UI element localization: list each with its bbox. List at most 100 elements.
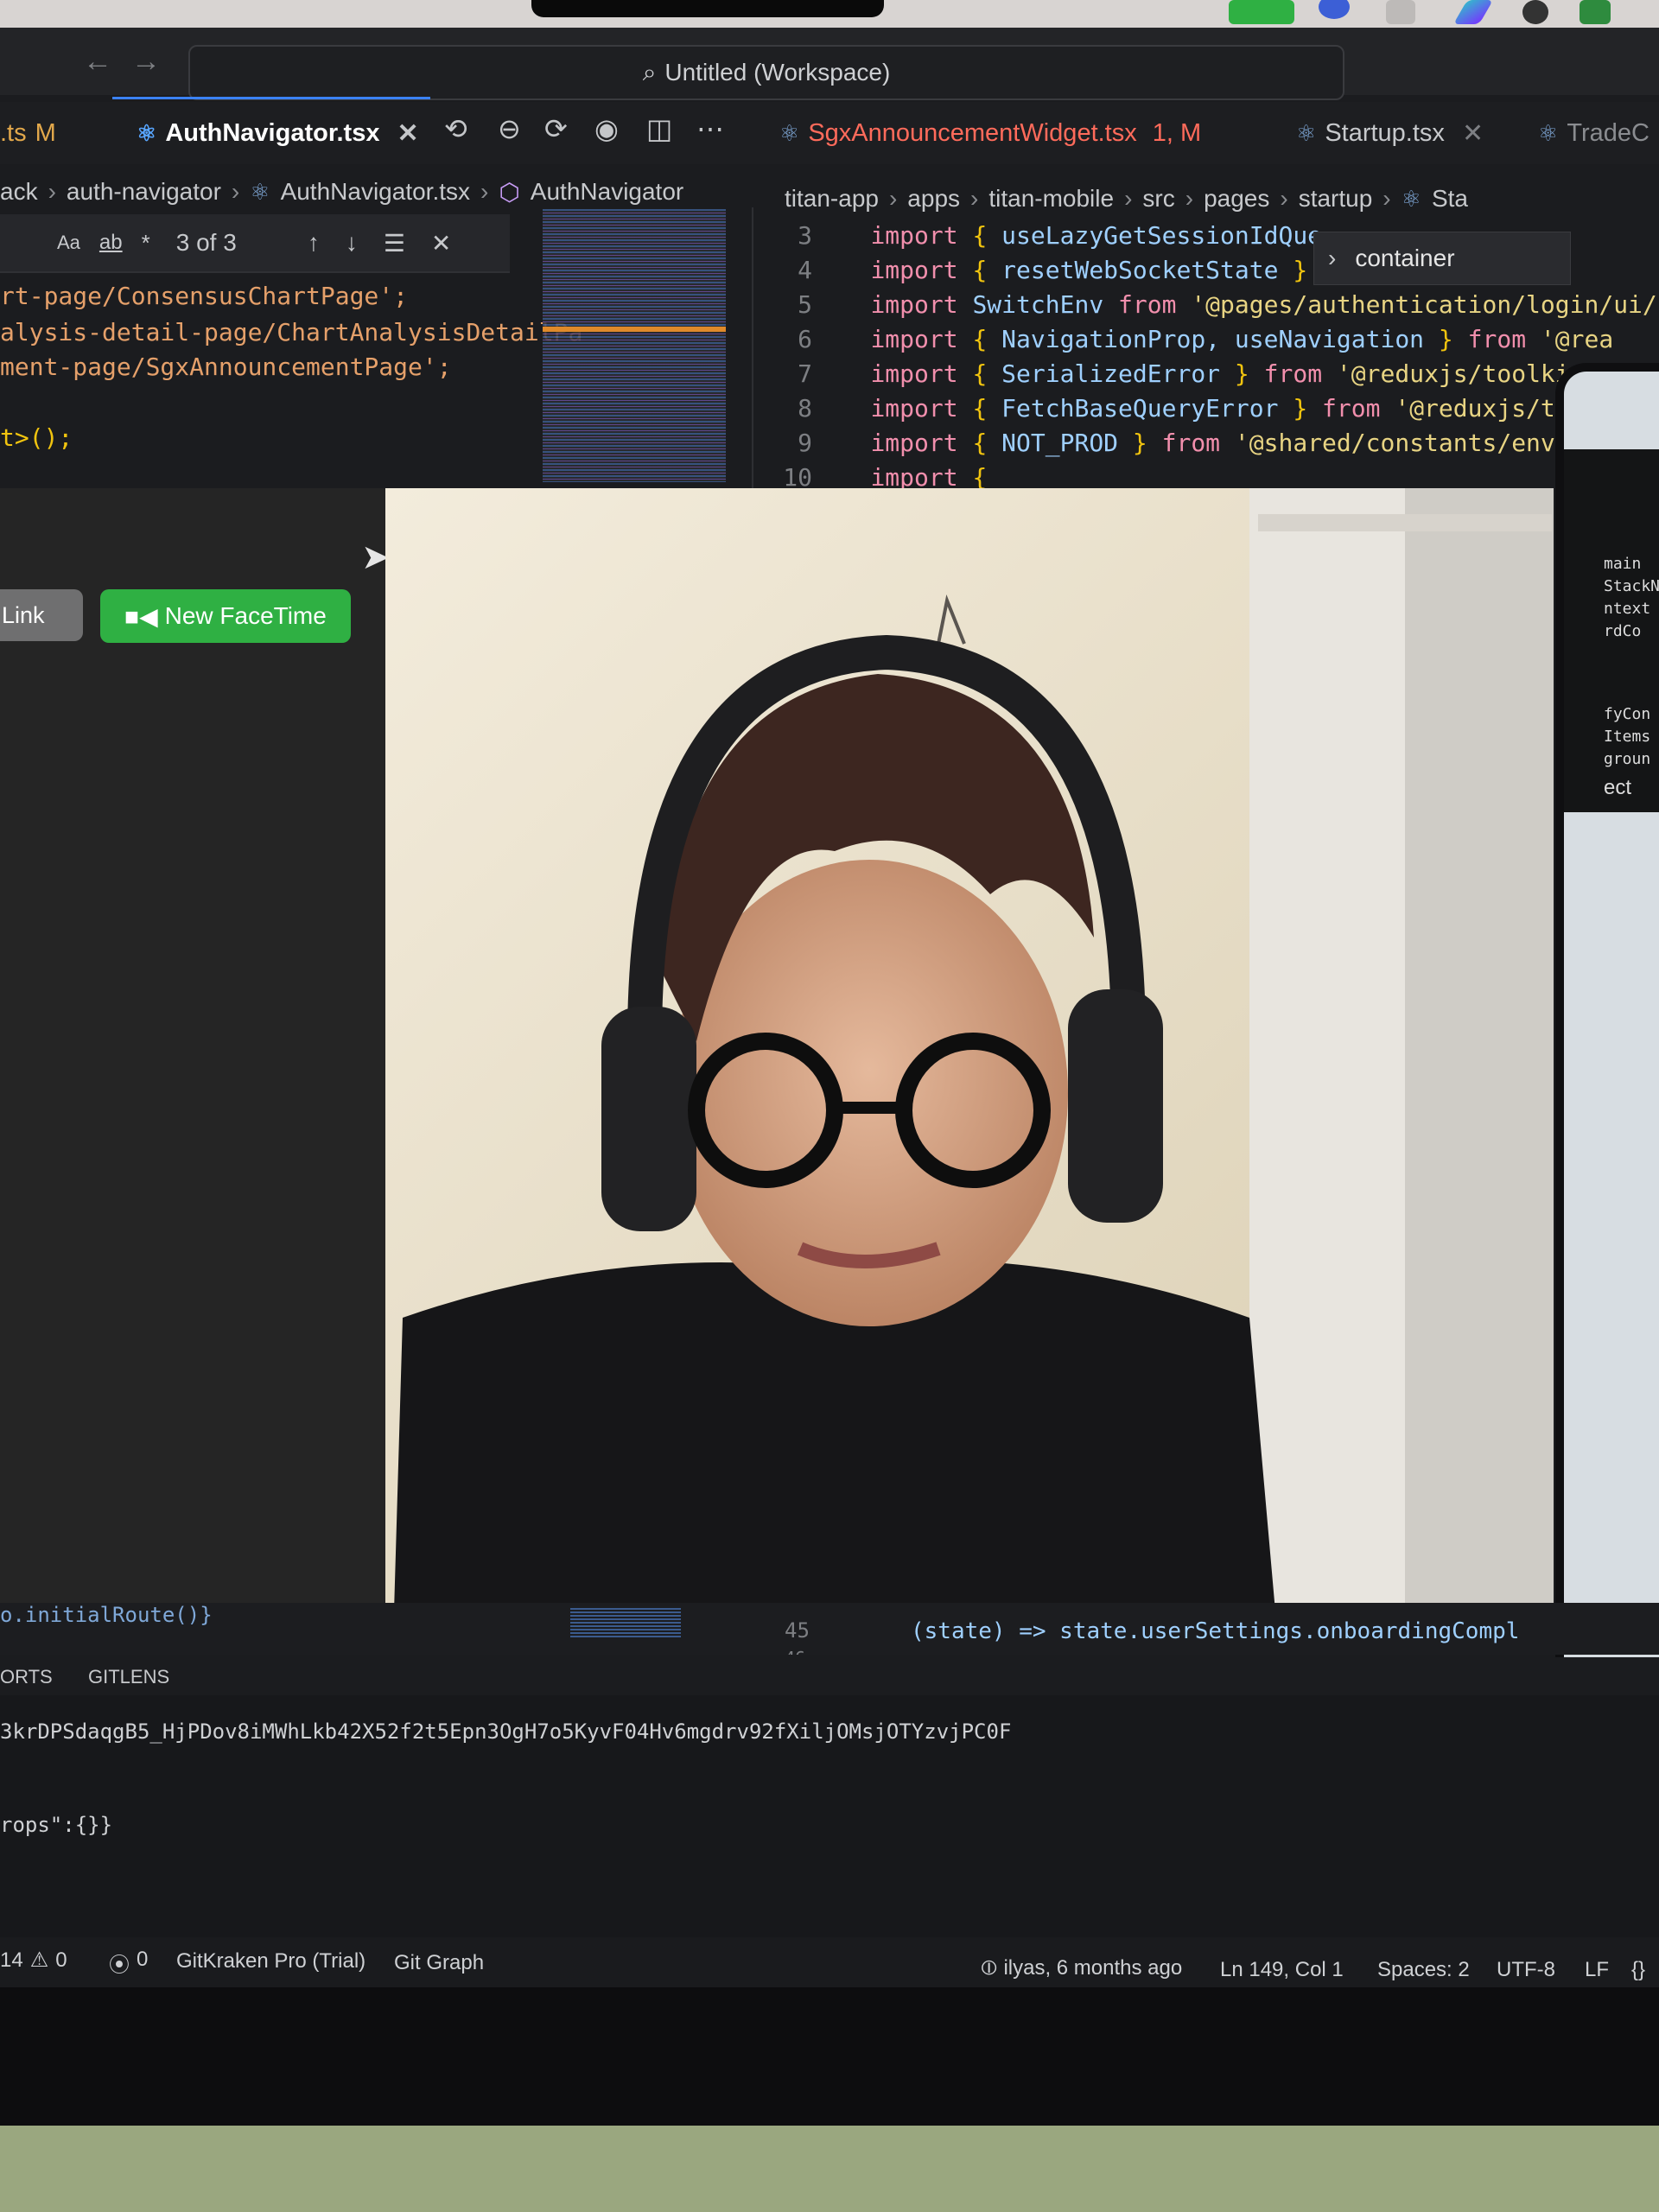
more-actions-icon[interactable]: ⋯ [696,112,724,145]
phone-button-label[interactable]: ect [1604,776,1631,800]
tab-label: Startup.tsx [1325,118,1445,147]
git-commit-icon: ⦶ [982,1956,997,1980]
keyword: import [870,256,958,284]
tab-authnavigator[interactable]: ⚛ AuthNavigator.tsx ✕ [137,111,419,156]
brace: { [972,463,988,489]
breadcrumb-item[interactable]: AuthNavigator [531,178,683,206]
breadcrumb-item[interactable]: titan-mobile [988,185,1114,213]
gitkraken-status[interactable]: GitKraken Pro (Trial) [176,1949,365,1974]
broadcast-icon: ⦿ [109,1954,130,1977]
keyword: from [1263,359,1323,388]
breadcrumb-item[interactable]: pages [1204,185,1269,213]
keyword: import [870,359,958,388]
breadcrumb-item[interactable]: AuthNavigator.tsx [281,178,470,206]
tab-tradec[interactable]: ⚛ TradeC [1538,111,1649,156]
breadcrumb-item[interactable]: src [1142,185,1174,213]
video-frame [385,488,1554,1611]
ports-indicator[interactable]: ⦿ 0 [109,1948,148,1978]
tab-gitlens[interactable]: GITLENS [88,1666,169,1688]
string: '@rea [1540,325,1614,353]
workspace-title: Untitled (Workspace) [664,59,891,86]
back-arrow-icon[interactable]: ← [83,45,112,79]
code-line: rt-page/ConsensusChartPage'; [0,282,409,310]
breadcrumb-item[interactable]: ack [0,178,38,206]
keyword: from [1467,325,1527,353]
tab-ts-file[interactable]: .ts M [0,111,56,156]
brace: { [972,394,988,423]
breadcrumb-item[interactable]: Sta [1432,185,1468,213]
tab-startup[interactable]: ⚛ Startup.tsx ✕ [1296,111,1484,156]
panel-tab-bar: ORTS GITLENS [0,1657,1659,1695]
git-commit-icon[interactable]: ⊖ [498,112,521,145]
keyword: from [1118,290,1177,319]
encoding-status[interactable]: UTF-8 [1497,1958,1555,1982]
brace: } [1293,394,1308,423]
go-back-icon[interactable]: ⟲ [444,112,467,145]
editor-divider [752,207,753,489]
eol-status[interactable]: LF [1585,1958,1609,1982]
tab-label: SgxAnnouncementWidget.tsx [808,118,1137,147]
react-icon: ⚛ [1296,119,1317,146]
line-number: 3 [798,221,812,250]
brace: { [972,221,988,250]
breadcrumb-item[interactable]: titan-app [785,185,879,213]
match-case-toggle[interactable]: Aa [57,232,80,254]
language-mode-status[interactable]: {} [1631,1958,1645,1982]
minimap-match-highlight [543,327,726,332]
outline-suggestion-popup[interactable]: › container [1313,232,1571,285]
line-number: 7 [798,359,812,388]
problems-indicator[interactable]: 14 ⚠ 0 [0,1948,67,1973]
close-icon[interactable]: ✕ [397,118,418,149]
line-number: 10 [783,463,812,489]
breadcrumb-item[interactable]: apps [907,185,960,213]
chevron-right-icon: › [48,178,56,205]
status-bar: 14 ⚠ 0 ⦿ 0 GitKraken Pro (Trial) Git Gra… [0,1937,1659,1987]
app-menubar-icon[interactable] [1580,0,1611,24]
create-link-button[interactable]: Link [0,589,83,641]
brace: { [972,256,988,284]
facetime-video-feed[interactable] [385,488,1554,1611]
gitlens-icon[interactable]: ◉ [594,112,619,145]
split-editor-icon[interactable]: ◫ [646,112,672,145]
terminal-panel[interactable]: 3krDPSdaqgB5_HjPDov8iMWhLkb42X52f2t5Epn3… [0,1695,1659,1937]
background-desk [0,2126,1659,2212]
git-blame-status[interactable]: ⦶ ilyas, 6 months ago [982,1956,1182,1980]
keyword: import [870,290,958,319]
breadcrumb-item[interactable]: startup [1299,185,1373,213]
forward-arrow-icon[interactable]: → [131,45,161,79]
command-center-search[interactable]: ⌕ Untitled (Workspace) [188,45,1344,100]
minimap[interactable] [570,1608,681,1639]
phone-text: ntext [1604,600,1651,618]
cursor-position[interactable]: Ln 149, Col 1 [1220,1958,1344,1982]
regex-toggle[interactable]: * [142,230,150,257]
clipboard-menubar-icon[interactable] [1386,0,1415,24]
find-in-selection-icon[interactable]: ☰ [384,229,405,257]
close-icon[interactable]: ✕ [1462,118,1484,149]
tab-label: AuthNavigator.tsx [165,118,380,147]
brace: } [1234,359,1249,388]
indentation-status[interactable]: Spaces: 2 [1377,1958,1470,1982]
phone-text: Items [1604,728,1651,746]
phone-text: groun [1604,750,1651,768]
new-facetime-button[interactable]: ■◀ New FaceTime [100,589,351,643]
identifier: SerializedError [1001,359,1221,388]
brace: } [1438,325,1453,353]
brace: } [1293,256,1308,284]
tab-sgxannouncementwidget[interactable]: ⚛ SgxAnnouncementWidget.tsx 1, M [779,111,1201,156]
next-match-icon[interactable]: ↓ [346,229,358,257]
code-line: t>(); [0,423,73,452]
react-icon: ⚛ [1538,119,1559,146]
facetime-menubar-icon[interactable] [1229,0,1294,24]
git-graph-button[interactable]: Git Graph [394,1951,484,1975]
close-icon[interactable]: ✕ [431,229,451,257]
match-word-toggle[interactable]: ab [99,231,123,255]
tab-ports[interactable]: ORTS [0,1666,53,1688]
gear-menubar-icon[interactable] [1522,0,1548,24]
go-forward-icon[interactable]: ⟳ [544,112,568,145]
minimap[interactable] [543,209,726,482]
previous-match-icon[interactable]: ↑ [308,229,320,257]
string: '@pages/authentication/login/ui/s [1191,290,1659,319]
breadcrumb-item[interactable]: auth-navigator [67,178,221,206]
find-result-count: 3 of 3 [175,229,237,256]
terminal-output: rops":{}} [0,1813,113,1837]
